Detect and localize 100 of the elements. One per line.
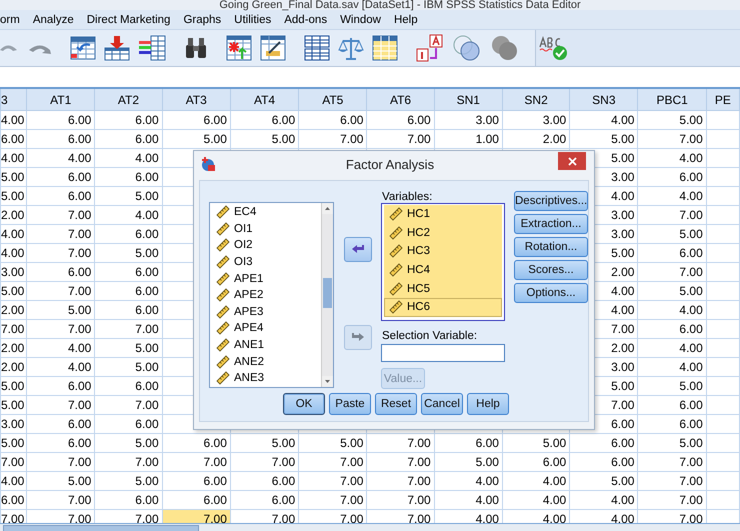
table-cell[interactable]: 5.00 [434, 452, 502, 472]
table-cell[interactable]: 7.00 [162, 452, 230, 472]
table-cell[interactable]: 4.00 [502, 490, 570, 510]
dialog-option-button[interactable]: Options... [514, 283, 588, 303]
table-cell[interactable]: 3.00 [502, 110, 570, 130]
column-header[interactable]: AT5 [298, 89, 367, 110]
table-cell[interactable]: 6.00 [26, 186, 95, 206]
table-cell[interactable]: 4.00 [26, 358, 95, 376]
scroll-down-icon[interactable] [322, 376, 333, 387]
table-cell[interactable]: 2.00 [502, 130, 570, 148]
close-button[interactable] [558, 152, 586, 170]
table-cell[interactable]: 4.00 [94, 206, 162, 224]
table-cell[interactable]: 6.00 [26, 414, 95, 434]
table-cell[interactable]: 2.00 [0, 358, 27, 376]
dialog-button[interactable]: OK [283, 393, 325, 415]
table-cell[interactable]: 6.00 [638, 244, 706, 262]
table-cell[interactable]: 4.00 [94, 148, 162, 168]
table-cell[interactable]: 6.00 [502, 452, 570, 472]
variable-list-item[interactable]: HC2 [384, 224, 502, 242]
table-cell[interactable]: 3.00 [0, 414, 27, 434]
table-cell[interactable]: 6.00 [638, 168, 706, 186]
table-cell[interactable]: 6.00 [638, 396, 706, 414]
table-cell[interactable]: 6.00 [366, 110, 434, 130]
table-cell[interactable]: 5.00 [638, 224, 706, 244]
move-arrow-button[interactable] [344, 237, 372, 262]
table-cell[interactable]: 7.00 [638, 490, 706, 510]
table-cell[interactable]: 6.00 [230, 472, 299, 490]
table-cell[interactable]: 4.00 [0, 110, 27, 130]
table-cell[interactable]: 7.00 [230, 452, 299, 472]
variable-list-item[interactable]: ANE3 [210, 370, 321, 387]
list-icon[interactable] [138, 35, 166, 61]
table-cell[interactable]: 7.00 [298, 472, 367, 490]
table-cell[interactable]: 7.00 [366, 490, 434, 510]
menu-item[interactable]: Help [394, 12, 418, 28]
dialog-option-button[interactable]: Extraction... [514, 214, 588, 234]
dialog-button[interactable]: Help [467, 393, 509, 415]
column-header[interactable]: SN2 [502, 89, 570, 110]
table-cell[interactable]: 2.00 [0, 300, 27, 320]
dialog-option-button[interactable]: Descriptives... [514, 191, 588, 211]
table-cell[interactable]: 6.00 [230, 490, 299, 510]
table-cell[interactable]: 6.00 [94, 300, 162, 320]
table-cell[interactable]: 6.00 [94, 376, 162, 396]
menu-item[interactable]: Direct Marketing [86, 12, 170, 28]
dialog-option-button[interactable]: Rotation... [514, 237, 588, 257]
variable-list-item[interactable]: OI1 [210, 220, 321, 238]
overlapping-circles-icon[interactable] [490, 34, 520, 62]
table-cell[interactable]: 7.00 [638, 452, 706, 472]
variable-list-item[interactable]: HC1 [384, 205, 502, 224]
table-pencil-icon[interactable] [260, 35, 286, 61]
table-cell[interactable]: 6.00 [94, 224, 162, 244]
value-labels-icon[interactable] [416, 34, 444, 62]
table-cell[interactable]: 6.00 [94, 414, 162, 434]
table-cell[interactable]: 5.00 [94, 472, 162, 490]
table-cell[interactable]: 5.00 [230, 434, 299, 452]
variable-list-item[interactable]: APE2 [210, 286, 321, 304]
table-cell[interactable]: 4.00 [0, 148, 27, 168]
table-cell[interactable]: 4.00 [638, 338, 706, 358]
menu-item[interactable]: Window [340, 12, 381, 28]
table-cell[interactable]: 6.00 [26, 110, 95, 130]
table-cell[interactable]: 5.00 [94, 244, 162, 262]
table-cell[interactable]: 5.00 [570, 472, 638, 490]
table-cell[interactable]: 4.00 [26, 338, 95, 358]
table-cell[interactable]: 6.00 [298, 110, 367, 130]
table-cell[interactable]: 6.00 [94, 168, 162, 186]
table-cell[interactable]: 4.00 [638, 186, 706, 206]
column-header[interactable]: AT6 [366, 89, 434, 110]
table-cell[interactable]: 7.00 [366, 130, 434, 148]
table-cell[interactable]: 6.00 [94, 110, 162, 130]
table-cell[interactable]: 4.00 [502, 472, 570, 490]
grid-icon[interactable] [372, 35, 398, 61]
table-cell[interactable]: 7.00 [94, 320, 162, 338]
horizontal-scrollbar[interactable] [0, 523, 740, 531]
table-cell[interactable]: 6.00 [26, 168, 95, 186]
table-cell[interactable]: 6.00 [94, 282, 162, 300]
table-cell[interactable]: 4.00 [638, 148, 706, 168]
table-cell[interactable]: 3.00 [434, 110, 502, 130]
table-cell[interactable]: 2.00 [0, 338, 27, 358]
table-cell[interactable]: 5.00 [94, 338, 162, 358]
menu-item[interactable]: orm [0, 12, 20, 28]
menu-item[interactable]: Utilities [234, 12, 272, 28]
table-cell[interactable]: 4.00 [638, 300, 706, 320]
binoculars-icon[interactable] [184, 36, 208, 60]
column-header[interactable]: AT1 [26, 89, 95, 110]
table-cell[interactable]: 5.00 [26, 300, 95, 320]
table-cell[interactable]: 3.00 [0, 262, 27, 282]
variable-list-item[interactable]: APE3 [210, 304, 321, 320]
menu-item[interactable]: Analyze [32, 12, 74, 28]
variable-list-item[interactable]: HC6 [384, 298, 502, 317]
table-cell[interactable]: 5.00 [502, 434, 570, 452]
table-cell[interactable]: 6.00 [26, 130, 95, 148]
column-header[interactable]: AT2 [94, 89, 162, 110]
table-cell[interactable]: 5.00 [0, 186, 27, 206]
scale-icon[interactable] [338, 35, 364, 61]
table-cell[interactable]: 7.00 [26, 206, 95, 224]
table-cell[interactable]: 7.00 [162, 510, 230, 523]
table-cell[interactable]: 5.00 [0, 282, 27, 300]
table-cell[interactable]: 4.00 [0, 224, 27, 244]
column-header[interactable]: PE [706, 89, 740, 110]
table-cell[interactable]: 6.00 [94, 130, 162, 148]
table-cell[interactable]: 5.00 [162, 130, 230, 148]
